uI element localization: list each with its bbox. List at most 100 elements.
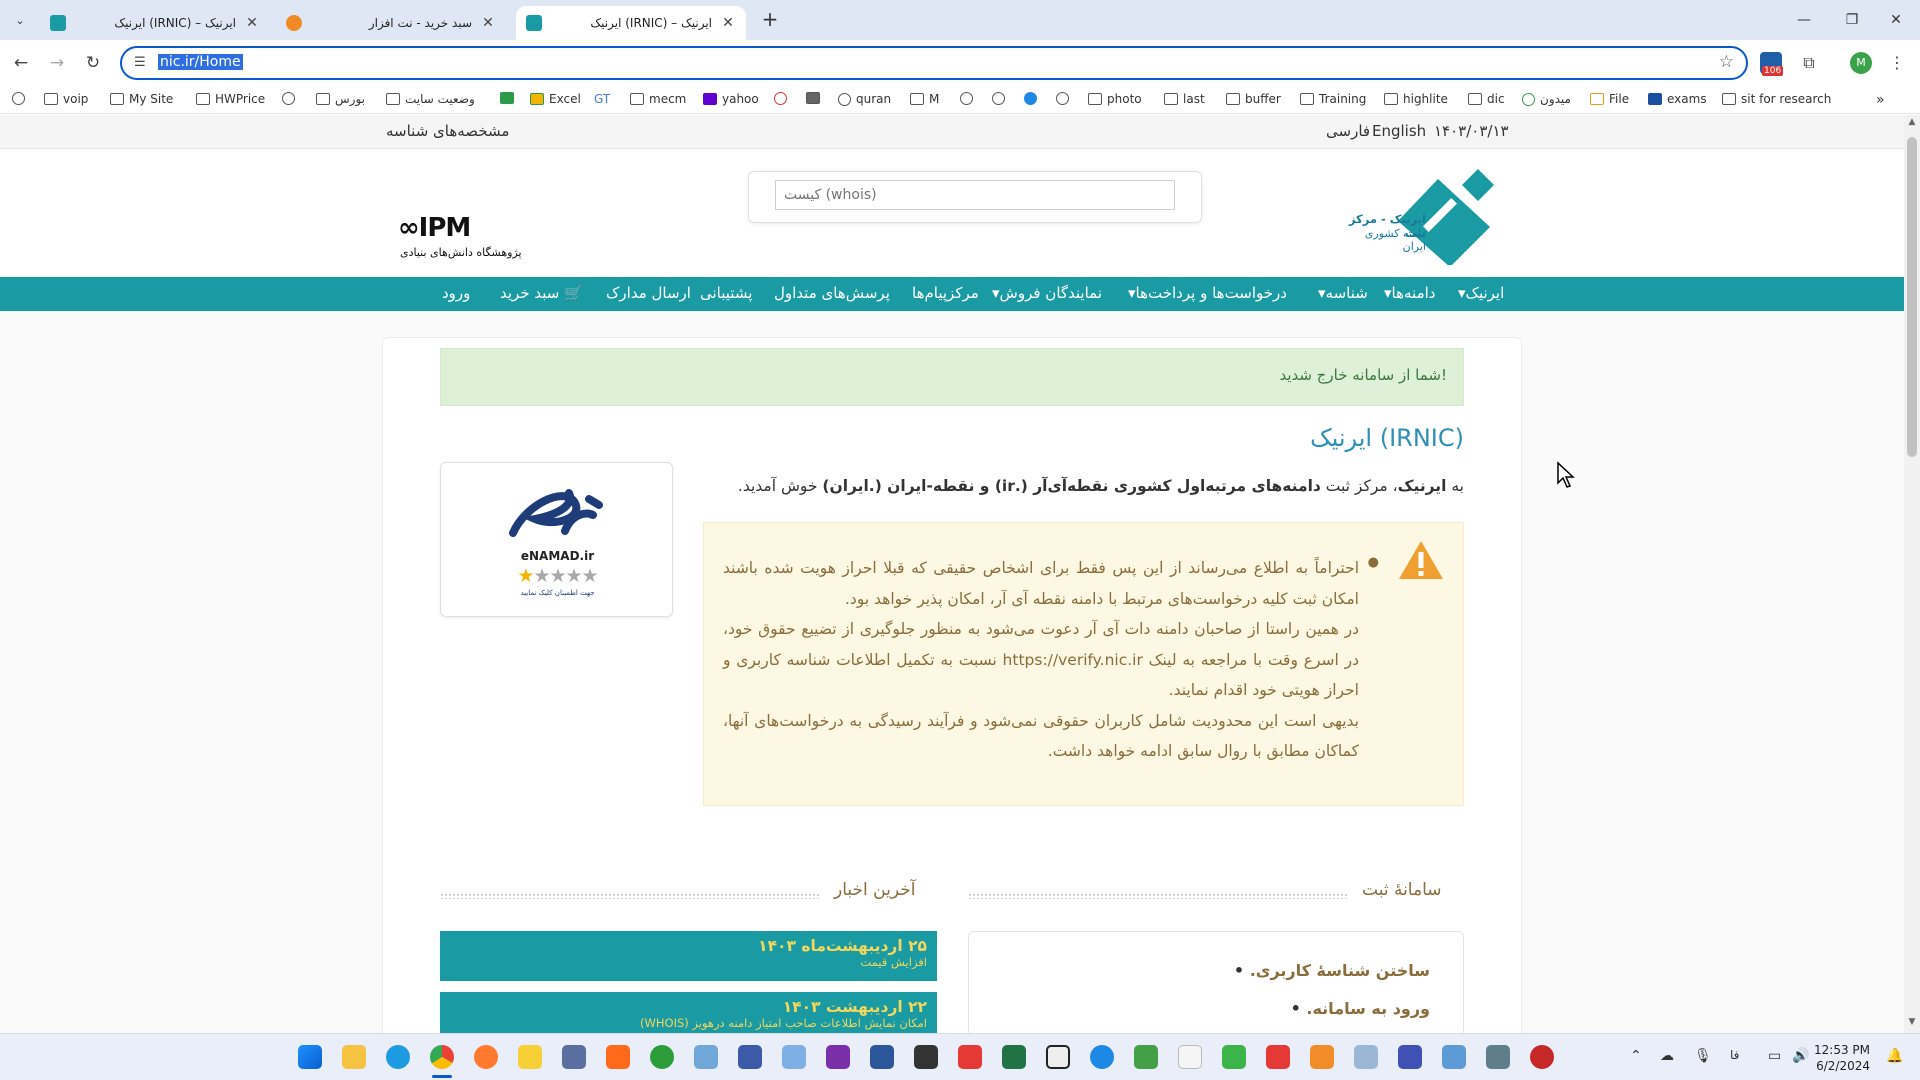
terminal-icon[interactable] bbox=[914, 1045, 938, 1069]
bookmark-mecm[interactable]: mecm bbox=[630, 92, 686, 106]
url-text[interactable]: nic.ir/Home bbox=[158, 54, 243, 70]
new-tab-plus-icon[interactable]: + bbox=[758, 8, 782, 32]
bookmark-gt[interactable]: GT bbox=[594, 92, 610, 106]
bookmark-mysite[interactable]: My Site bbox=[110, 92, 173, 106]
network-tool-icon[interactable] bbox=[1442, 1045, 1466, 1069]
anydesk-icon[interactable] bbox=[958, 1045, 982, 1069]
file-explorer-icon[interactable] bbox=[342, 1045, 366, 1069]
menu-message-center[interactable]: مرکزپیام‌ها bbox=[912, 284, 979, 302]
input-language-indicator[interactable]: فا bbox=[1730, 1048, 1739, 1062]
tools-app-icon[interactable] bbox=[738, 1045, 762, 1069]
chart-app-icon[interactable] bbox=[1354, 1045, 1378, 1069]
bookmark-photo[interactable]: photo bbox=[1088, 92, 1142, 106]
menu-domains[interactable]: ▾دامنه‌ها bbox=[1384, 284, 1435, 302]
forward-arrow-icon[interactable]: → bbox=[44, 50, 70, 76]
bookmark-globe[interactable] bbox=[12, 92, 30, 105]
bookmark-excel[interactable]: Excel bbox=[530, 92, 581, 106]
back-arrow-icon[interactable]: ← bbox=[8, 50, 34, 76]
calculator-icon[interactable] bbox=[1486, 1045, 1510, 1069]
minimize-icon[interactable]: — bbox=[1784, 8, 1824, 32]
ipm-logo[interactable]: ∞IPM bbox=[398, 213, 471, 243]
menu-resellers[interactable]: ▾نمایندگان فروش bbox=[992, 284, 1102, 302]
bookmark-globe-2[interactable] bbox=[282, 92, 300, 105]
bookmark-link-1[interactable] bbox=[774, 92, 792, 105]
bookmark-link-4[interactable] bbox=[1024, 92, 1042, 105]
address-bar[interactable]: ☰ nic.ir/Home ☆ bbox=[120, 46, 1748, 80]
menu-faq[interactable]: پرسش‌های متداول bbox=[774, 284, 890, 302]
reload-icon[interactable]: ↻ bbox=[80, 50, 106, 76]
page-scrollbar[interactable]: ▲ ▼ bbox=[1904, 115, 1920, 1033]
bookmark-meydoon[interactable]: میدون bbox=[1522, 92, 1571, 106]
notification-bell-icon[interactable]: 🔔 bbox=[1886, 1048, 1903, 1064]
upload-app-icon[interactable] bbox=[1134, 1045, 1158, 1069]
registration-item-create-user[interactable]: ساختن شناسهٔ کاربری. • bbox=[1234, 961, 1430, 980]
security-app-icon[interactable] bbox=[1530, 1045, 1554, 1069]
bookmark-highlite[interactable]: highlite bbox=[1384, 92, 1448, 106]
bookmark-research[interactable]: sit for research bbox=[1722, 92, 1831, 106]
close-tab-icon[interactable]: ✕ bbox=[480, 15, 496, 31]
lang-fa-link[interactable]: فارسی bbox=[1326, 122, 1370, 140]
menu-login[interactable]: ورود bbox=[442, 284, 470, 302]
close-window-icon[interactable]: ✕ bbox=[1876, 8, 1916, 32]
bookmark-dic[interactable]: dic bbox=[1468, 92, 1505, 106]
menu-handle[interactable]: ▾شناسه bbox=[1318, 284, 1368, 302]
remote-desktop-icon[interactable] bbox=[694, 1045, 718, 1069]
scroll-down-arrow-icon[interactable]: ▼ bbox=[1904, 1017, 1920, 1027]
onenote-icon[interactable] bbox=[826, 1045, 850, 1069]
bookmark-voip[interactable]: voip bbox=[44, 92, 88, 106]
lang-en-link[interactable]: English bbox=[1372, 122, 1426, 140]
bookmark-last[interactable]: last bbox=[1164, 92, 1205, 106]
bookmark-bourse[interactable]: بورس bbox=[316, 92, 365, 106]
close-tab-icon[interactable]: ✕ bbox=[720, 15, 736, 31]
news-item[interactable]: ۲۲ اردیبهشت ۱۴۰۳ امکان نمایش اطلاعات صاح… bbox=[440, 992, 937, 1033]
profile-avatar[interactable]: M bbox=[1850, 52, 1872, 74]
bookmark-buffer[interactable]: buffer bbox=[1226, 92, 1281, 106]
bookmark-training[interactable]: Training bbox=[1300, 92, 1366, 106]
red-app-icon[interactable] bbox=[1266, 1045, 1290, 1069]
virtual-app-icon[interactable] bbox=[782, 1045, 806, 1069]
menu-send-documents[interactable]: ارسال مدارک bbox=[606, 284, 691, 302]
bookmark-site-status[interactable]: وضعیت سایت bbox=[386, 92, 475, 106]
bookmark-quran[interactable]: quran bbox=[838, 92, 891, 106]
restore-icon[interactable]: ❐ bbox=[1832, 8, 1872, 32]
scroll-up-arrow-icon[interactable]: ▲ bbox=[1904, 117, 1920, 127]
bookmark-file[interactable]: File bbox=[1590, 92, 1629, 106]
more-bookmarks-chevron-icon[interactable]: » bbox=[1876, 92, 1885, 108]
tab-cart[interactable]: سبد خرید - نت افزار ✕ bbox=[276, 6, 506, 40]
enamad-badge[interactable]: eNAMAD.ir ★★★★★ جهت اطمینان کلیک نمایید bbox=[440, 462, 673, 617]
chrome-icon[interactable] bbox=[430, 1045, 454, 1069]
lock-app-icon[interactable] bbox=[1046, 1045, 1070, 1069]
registration-link[interactable]: ساختن شناسهٔ کاربری. bbox=[1250, 961, 1430, 980]
snipping-tool-icon[interactable] bbox=[1310, 1045, 1334, 1069]
registration-item-login[interactable]: ورود به سامانه. • bbox=[1291, 999, 1430, 1018]
bookmark-exams[interactable]: exams bbox=[1648, 92, 1707, 106]
menu-requests-payments[interactable]: ▾درخواست‌ها و پرداخت‌ها bbox=[1128, 284, 1287, 302]
close-tab-icon[interactable]: ✕ bbox=[244, 15, 260, 31]
menu-support[interactable]: پشتیبانی bbox=[700, 284, 752, 302]
edge-browser-icon[interactable] bbox=[386, 1045, 410, 1069]
menu-cart[interactable]: سبد خرید 🛒 bbox=[500, 284, 583, 302]
document-icon[interactable] bbox=[1178, 1045, 1202, 1069]
tab-irnic-active[interactable]: ایرنیک (IRNIC) – ایرنیک ✕ bbox=[516, 6, 746, 40]
bookmark-globe-4[interactable] bbox=[1056, 92, 1074, 105]
site-settings-icon[interactable]: ☰ bbox=[134, 55, 146, 70]
bookmark-star-icon[interactable]: ☆ bbox=[1719, 52, 1734, 72]
bookmark-hwprice[interactable]: HWPrice bbox=[196, 92, 265, 106]
excel-icon[interactable] bbox=[1002, 1045, 1026, 1069]
tab-search-chevron-icon[interactable]: ⌄ bbox=[8, 8, 32, 32]
notepad-app-icon[interactable] bbox=[562, 1045, 586, 1069]
system-clock[interactable]: 12:53 PM 6/2/2024 bbox=[1806, 1042, 1870, 1074]
green-app-icon[interactable] bbox=[1222, 1045, 1246, 1069]
word-icon[interactable] bbox=[870, 1045, 894, 1069]
calendar-app-icon[interactable] bbox=[1398, 1045, 1422, 1069]
registration-link[interactable]: ورود به سامانه. bbox=[1306, 999, 1430, 1018]
app-orange-icon[interactable] bbox=[606, 1045, 630, 1069]
whois-search-input[interactable] bbox=[775, 180, 1175, 210]
bookmark-yahoo[interactable]: yahoo bbox=[703, 92, 759, 106]
bookmark-globe-3[interactable] bbox=[960, 92, 978, 105]
bookmark-sheets[interactable] bbox=[500, 92, 519, 104]
tab-irnic-1[interactable]: ایرنیک (IRNIC) – ایرنیک ✕ bbox=[40, 6, 270, 40]
show-hidden-icons-chevron-icon[interactable]: ⌃ bbox=[1630, 1048, 1642, 1064]
firefox-icon[interactable] bbox=[474, 1045, 498, 1069]
menu-irnic[interactable]: ▾ایرنیک bbox=[1458, 284, 1504, 302]
